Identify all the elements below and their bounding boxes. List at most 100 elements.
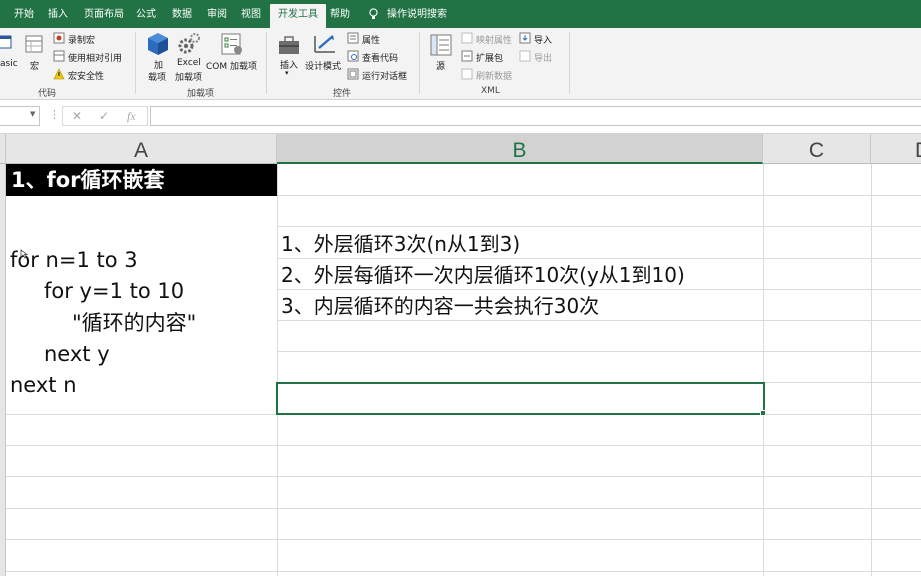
tab-page-layout[interactable]: 页面布局 <box>84 0 124 28</box>
group-separator <box>135 32 136 94</box>
relative-references-label[interactable]: 使用相对引用 <box>68 51 122 64</box>
map-properties-icon <box>461 32 473 44</box>
expansion-packs-label[interactable]: 扩展包 <box>476 51 503 64</box>
gridline <box>277 164 278 576</box>
visual-basic-icon[interactable] <box>0 34 12 50</box>
insert-controls-label[interactable]: 插入 <box>280 58 298 71</box>
gridline <box>277 226 921 227</box>
name-box-dropdown-icon[interactable]: ▼ <box>30 110 35 118</box>
export-label: 导出 <box>534 54 553 64</box>
gridline <box>277 351 921 352</box>
tab-view[interactable]: 视图 <box>241 0 261 28</box>
tab-data[interactable]: 数据 <box>172 0 192 28</box>
com-addins-label[interactable]: COM 加载项 <box>206 59 257 72</box>
gridline <box>871 164 872 576</box>
xml-group-label: XML <box>481 86 500 96</box>
properties-label[interactable]: 属性 <box>362 33 380 46</box>
insert-function-icon[interactable]: fx <box>127 109 136 124</box>
tab-formulas[interactable]: 公式 <box>136 0 156 28</box>
formula-bar-grip[interactable]: ⋮ <box>49 108 60 121</box>
com-addins-icon[interactable] <box>220 32 244 56</box>
xml-source-icon[interactable] <box>430 34 452 56</box>
gridline <box>277 289 921 290</box>
ribbon-panel: asic 宏 录制宏 使用相对引用 宏安全性 代码 加 载项 Excel 加载项… <box>0 28 921 100</box>
controls-group-label: 控件 <box>333 89 352 99</box>
cell-b-note[interactable]: 1、外层循环3次(n从1到3) <box>281 230 520 258</box>
column-header-c[interactable]: C <box>763 134 871 164</box>
chevron-down-icon[interactable]: ▾ <box>285 69 289 77</box>
gridline <box>6 476 921 477</box>
design-mode-label[interactable]: 设计模式 <box>305 59 341 72</box>
relative-references-icon[interactable] <box>53 50 65 62</box>
lightbulb-icon <box>369 8 378 19</box>
code-line: next y <box>44 342 110 366</box>
group-separator <box>569 32 570 94</box>
gridline <box>277 258 921 259</box>
code-line: next n <box>10 373 77 397</box>
run-dialog-label[interactable]: 运行对话框 <box>362 69 407 82</box>
import-label[interactable]: 导入 <box>534 33 552 46</box>
view-code-label[interactable]: 查看代码 <box>362 51 398 64</box>
tab-insert[interactable]: 插入 <box>48 0 68 28</box>
ribbon-tab-bar: 开始 插入 页面布局 公式 数据 审阅 视图 开发工具 帮助 操作说明搜索 <box>0 0 921 28</box>
fill-handle[interactable] <box>760 410 766 416</box>
design-mode-icon[interactable] <box>313 32 337 56</box>
macro-security-label[interactable]: 宏安全性 <box>68 69 104 82</box>
worksheet-grid[interactable]: A B C D 1、for循环嵌套 for n=1 to 3 for y=1 t… <box>0 134 921 576</box>
code-line: for y=1 to 10 <box>44 279 185 303</box>
map-properties-label: 映射属性 <box>476 36 513 46</box>
formula-input[interactable] <box>150 106 921 126</box>
refresh-data-icon <box>461 68 473 80</box>
column-header-b[interactable]: B <box>277 134 763 164</box>
code-group-label: 代码 <box>38 89 57 99</box>
gridline <box>277 320 921 321</box>
view-code-icon[interactable] <box>347 50 359 62</box>
refresh-data-label: 刷新数据 <box>476 72 513 82</box>
tell-me-search[interactable]: 操作说明搜索 <box>387 0 447 28</box>
gridline <box>6 508 921 509</box>
cell-b-note[interactable]: 3、内层循环的内容一共会执行30次 <box>281 292 599 320</box>
cell-b-note[interactable]: 2、外层每循环一次内层循环10次(y从1到10) <box>281 261 685 289</box>
tab-review[interactable]: 审阅 <box>207 0 227 28</box>
enter-icon[interactable]: ✓ <box>99 109 109 123</box>
insert-controls-toolbox-icon[interactable] <box>277 34 301 56</box>
group-separator <box>266 32 267 94</box>
cell-a1-title[interactable]: 1、for循环嵌套 <box>6 164 277 196</box>
row-headers[interactable] <box>0 164 6 576</box>
excel-addins-label-line2[interactable]: 加载项 <box>175 70 202 83</box>
gridline <box>6 445 921 446</box>
excel-window: 开始 插入 页面布局 公式 数据 审阅 视图 开发工具 帮助 操作说明搜索 as… <box>0 0 921 576</box>
addins-group-label: 加载项 <box>187 89 215 99</box>
tab-home[interactable]: 开始 <box>14 0 34 28</box>
addins-cube-icon[interactable] <box>147 32 169 56</box>
selected-cell[interactable] <box>276 382 765 415</box>
xml-source-label[interactable]: 源 <box>436 59 445 72</box>
warning-icon[interactable] <box>53 68 65 80</box>
code-line: "循环的内容" <box>72 311 197 335</box>
group-separator <box>419 32 420 94</box>
gridline <box>6 539 921 540</box>
properties-icon[interactable] <box>347 32 359 44</box>
record-macro-icon[interactable] <box>53 32 65 44</box>
tab-help[interactable]: 帮助 <box>330 0 350 28</box>
excel-addins-gear-icon[interactable] <box>177 32 201 56</box>
addins-label-line2[interactable]: 载项 <box>148 70 166 83</box>
excel-addins-label-line1[interactable]: Excel <box>177 58 201 68</box>
cancel-icon[interactable]: ✕ <box>72 109 82 123</box>
run-dialog-icon[interactable] <box>347 68 359 80</box>
formula-buttons: ✕ ✓ fx <box>62 106 148 126</box>
macros-icon[interactable] <box>24 34 44 54</box>
export-icon <box>519 50 531 62</box>
formula-bar: ▼ ⋮ ✕ ✓ fx <box>0 100 921 134</box>
column-header-a[interactable]: A <box>6 134 277 164</box>
tab-developer[interactable]: 开发工具 <box>270 4 326 28</box>
macros-label[interactable]: 宏 <box>30 59 39 72</box>
gridline <box>763 164 764 576</box>
visual-basic-label[interactable]: asic <box>0 59 18 69</box>
import-icon[interactable] <box>519 32 531 44</box>
record-macro-label[interactable]: 录制宏 <box>68 33 95 46</box>
expansion-packs-icon[interactable] <box>461 50 473 62</box>
mouse-cursor-icon <box>20 249 29 259</box>
column-header-d[interactable]: D <box>871 134 921 164</box>
gridline <box>6 571 921 572</box>
